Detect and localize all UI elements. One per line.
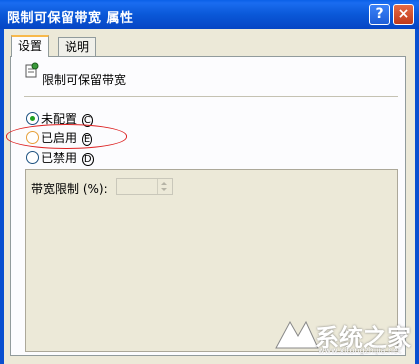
separator xyxy=(24,96,398,97)
highlight-annotation xyxy=(6,124,127,149)
hotkey: D xyxy=(81,153,94,166)
policy-setting-icon xyxy=(25,62,39,78)
radio-button[interactable] xyxy=(26,151,39,164)
radio-label: 已禁用 xyxy=(41,151,78,165)
help-button[interactable]: ? xyxy=(369,4,390,25)
tab-explain[interactable]: 说明 xyxy=(58,37,97,56)
window-frame-left xyxy=(0,29,4,364)
title-bar[interactable]: 限制可保留带宽 属性 ? × xyxy=(0,0,419,29)
policy-name: 限制可保留带宽 xyxy=(42,73,127,87)
watermark-url: www.xitongzhijia.net xyxy=(318,346,402,355)
radio-button[interactable] xyxy=(26,112,39,125)
window-frame-right xyxy=(415,29,419,364)
window-title: 限制可保留带宽 属性 xyxy=(7,11,134,26)
tab-settings[interactable]: 设置 xyxy=(11,35,50,57)
spin-up-icon[interactable] xyxy=(161,182,167,185)
bandwidth-limit-spinner[interactable] xyxy=(116,178,173,195)
close-button[interactable]: × xyxy=(393,4,414,25)
bandwidth-limit-label: 带宽限制 (%): xyxy=(31,182,108,196)
spin-down-icon[interactable] xyxy=(161,188,167,191)
properties-dialog: 限制可保留带宽 属性 ? × 设置 说明 限制可保留带宽 未配置 C 已启用 E… xyxy=(0,0,419,364)
spinner-arrows[interactable] xyxy=(157,179,172,194)
radio-disabled[interactable]: 已禁用 D xyxy=(26,150,94,166)
